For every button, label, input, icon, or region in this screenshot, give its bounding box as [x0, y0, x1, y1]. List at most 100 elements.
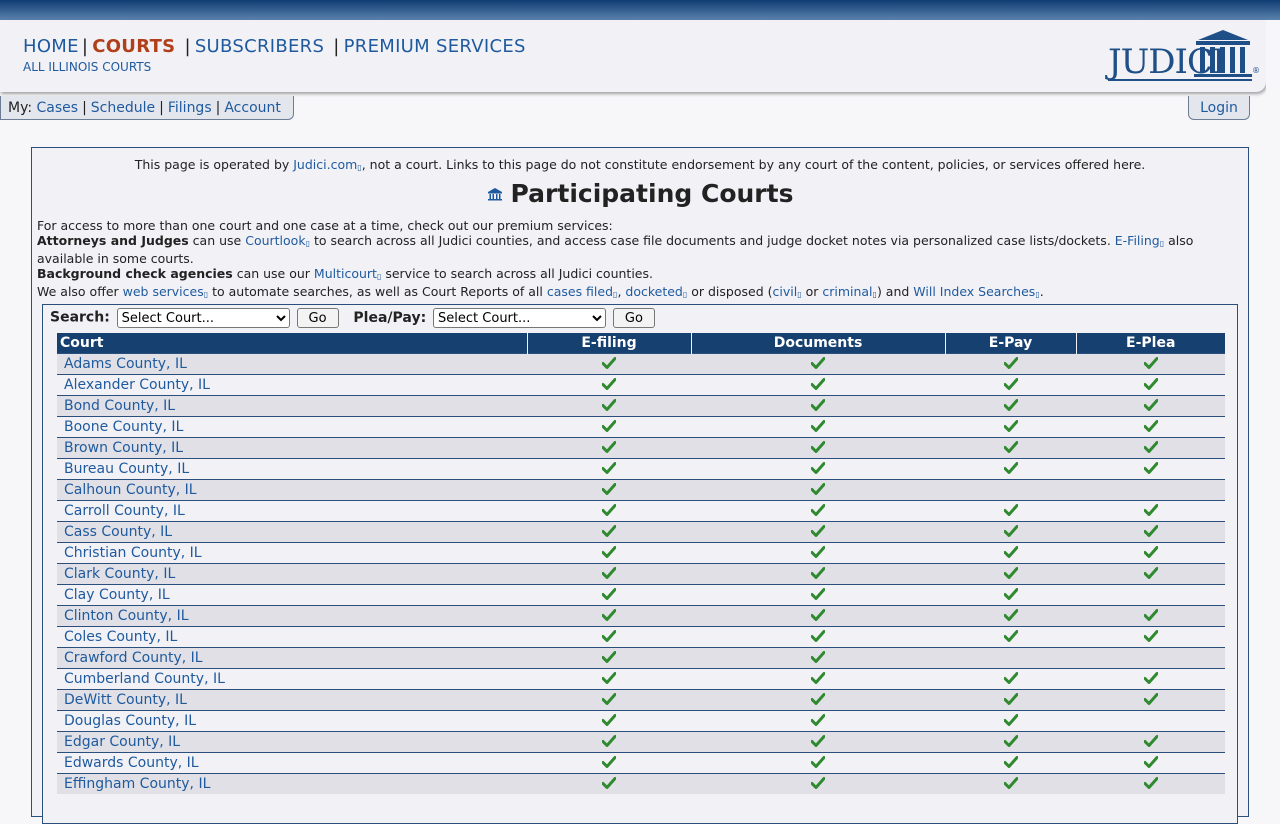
cell-efiling: [527, 374, 691, 396]
court-link[interactable]: Adams County, IL: [64, 356, 187, 372]
check-icon: [602, 777, 616, 789]
criminal-link[interactable]: criminal: [822, 284, 872, 299]
court-link[interactable]: Brown County, IL: [64, 440, 183, 456]
cell-epay: [945, 500, 1076, 522]
check-icon: [811, 777, 825, 789]
check-icon: [1003, 567, 1018, 579]
check-icon: [1003, 777, 1018, 789]
check-icon: [1143, 462, 1158, 474]
court-link[interactable]: Crawford County, IL: [64, 650, 203, 666]
court-link[interactable]: DeWitt County, IL: [64, 692, 187, 708]
check-icon: [602, 483, 616, 495]
court-link[interactable]: Cumberland County, IL: [64, 671, 225, 687]
courtlook-link[interactable]: Courtlook: [245, 233, 305, 248]
check-icon: [811, 630, 825, 642]
cell-epay: [945, 395, 1076, 417]
court-link[interactable]: Bond County, IL: [64, 398, 175, 414]
will-index-link[interactable]: Will Index Searches: [913, 284, 1035, 299]
court-search-select[interactable]: Select Court...: [116, 308, 290, 328]
court-link[interactable]: Carroll County, IL: [64, 503, 185, 519]
cell-documents: [691, 521, 945, 543]
cell-efiling: [527, 479, 691, 501]
court-link[interactable]: Clinton County, IL: [64, 608, 189, 624]
cell-epay: [945, 773, 1076, 794]
page-title: Participating Courts: [32, 179, 1248, 208]
nav-courts[interactable]: COURTS: [92, 36, 175, 57]
court-link[interactable]: Douglas County, IL: [64, 713, 196, 729]
cell-eplea: [1076, 605, 1225, 627]
court-link[interactable]: Alexander County, IL: [64, 377, 210, 393]
cell-epay: [945, 710, 1076, 732]
cell-epay: [945, 458, 1076, 480]
court-link[interactable]: Coles County, IL: [64, 629, 177, 645]
cell-efiling: [527, 731, 691, 753]
court-link[interactable]: Effingham County, IL: [64, 776, 210, 792]
my-account-link[interactable]: Account: [224, 100, 281, 116]
cell-documents: [691, 626, 945, 648]
civil-link[interactable]: civil: [773, 284, 798, 299]
judici-logo[interactable]: JUDICI ®: [1108, 30, 1260, 84]
table-row: Calhoun County, IL: [57, 479, 1225, 501]
check-icon: [602, 525, 616, 537]
cell-efiling: [527, 563, 691, 585]
check-icon: [811, 378, 825, 390]
court-link[interactable]: Bureau County, IL: [64, 461, 189, 477]
court-link[interactable]: Christian County, IL: [64, 545, 202, 561]
nav-subscribers[interactable]: SUBSCRIBERS: [195, 36, 324, 57]
nav-home[interactable]: HOME: [23, 36, 79, 57]
check-icon: [602, 546, 616, 558]
court-link[interactable]: Clark County, IL: [64, 566, 175, 582]
main-panel: This page is operated by Judici.com▯, no…: [31, 147, 1249, 824]
cell-efiling: [527, 605, 691, 627]
check-icon: [811, 462, 825, 474]
court-link[interactable]: Edgar County, IL: [64, 734, 180, 750]
check-icon: [1143, 399, 1158, 411]
plea-pay-go-button[interactable]: Go: [612, 308, 655, 328]
docketed-link[interactable]: docketed: [625, 284, 682, 299]
cell-epay: [945, 542, 1076, 564]
plea-pay-select[interactable]: Select Court...: [433, 308, 607, 328]
cell-epay: [945, 731, 1076, 753]
check-icon: [1143, 735, 1158, 747]
cell-epay: [945, 479, 1076, 501]
judici-link[interactable]: Judici.com: [293, 157, 357, 172]
court-link[interactable]: Calhoun County, IL: [64, 482, 197, 498]
cell-documents: [691, 668, 945, 690]
cell-eplea: [1076, 668, 1225, 690]
court-link[interactable]: Boone County, IL: [64, 419, 183, 435]
check-icon: [602, 588, 616, 600]
cases-filed-link[interactable]: cases filed: [547, 284, 613, 299]
cell-eplea: [1076, 647, 1225, 669]
login-button[interactable]: Login: [1188, 96, 1250, 120]
check-icon: [1003, 609, 1018, 621]
cell-documents: [691, 374, 945, 396]
cell-epay: [945, 353, 1076, 375]
intro-text: For access to more than one court and on…: [37, 218, 1194, 299]
my-filings-link[interactable]: Filings: [168, 100, 212, 116]
check-icon: [1143, 756, 1158, 768]
plea-pay-label: Plea/Pay:: [353, 309, 427, 326]
court-link[interactable]: Cass County, IL: [64, 524, 172, 540]
check-icon: [602, 609, 616, 621]
check-icon: [1003, 462, 1018, 474]
nav-subtitle[interactable]: ALL ILLINOIS COURTS: [23, 60, 151, 74]
operator-notice: This page is operated by Judici.com▯, no…: [134, 157, 1146, 172]
cell-eplea: [1076, 395, 1225, 417]
multicourt-link[interactable]: Multicourt: [314, 266, 377, 281]
web-services-link[interactable]: web services: [123, 284, 204, 299]
court-link[interactable]: Edwards County, IL: [64, 755, 199, 771]
cell-documents: [691, 731, 945, 753]
cell-epay: [945, 668, 1076, 690]
my-cases-link[interactable]: Cases: [37, 100, 79, 116]
my-schedule-link[interactable]: Schedule: [91, 100, 155, 116]
cell-epay: [945, 605, 1076, 627]
search-go-button[interactable]: Go: [296, 308, 339, 328]
check-icon: [1143, 441, 1158, 453]
cell-eplea: [1076, 500, 1225, 522]
cell-documents: [691, 647, 945, 669]
efiling-link[interactable]: E-Filing: [1115, 233, 1160, 248]
nav-premium-services[interactable]: PREMIUM SERVICES: [344, 36, 526, 57]
check-icon: [1003, 735, 1018, 747]
cell-efiling: [527, 773, 691, 794]
court-link[interactable]: Clay County, IL: [64, 587, 170, 603]
